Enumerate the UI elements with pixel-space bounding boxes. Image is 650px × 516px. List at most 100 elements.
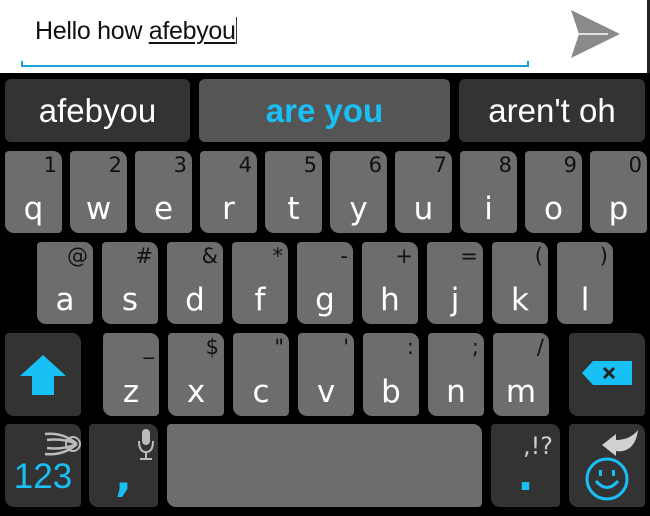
swiftkey-logo-icon (44, 432, 81, 456)
key-u[interactable]: 7u (395, 151, 452, 233)
key-b[interactable]: :b (363, 333, 419, 416)
key-d[interactable]: & d (167, 242, 223, 324)
key-j[interactable]: = j (427, 242, 483, 324)
key-g[interactable]: -g (297, 242, 353, 324)
key-q[interactable]: 1q (5, 151, 62, 233)
message-input[interactable]: Hello how afebyou (35, 17, 237, 46)
suggestion-label: aren't oh (488, 91, 616, 129)
key-a[interactable]: @ a (37, 242, 93, 324)
key-v[interactable]: ' v (298, 333, 354, 416)
key-alt-label: ) (599, 244, 608, 268)
message-bar: Hello how afebyou (0, 0, 647, 73)
shift-icon (20, 355, 66, 395)
key-z[interactable]: _ z (103, 333, 159, 416)
key-alt-label: + (395, 244, 413, 268)
suggestion-right[interactable]: aren't oh (459, 79, 645, 142)
enter-emoji-key[interactable] (569, 424, 645, 507)
symbols-key[interactable]: 123 (5, 424, 81, 507)
period-label: . (517, 451, 534, 500)
key-alt-label: & (201, 244, 218, 268)
symbols-label: 123 (13, 457, 73, 496)
key-p[interactable]: 0p (590, 151, 647, 233)
send-icon (571, 10, 620, 58)
key-alt-label: 6 (368, 153, 382, 177)
suggestion-label: are you (265, 91, 384, 129)
key-label: b (381, 374, 401, 410)
key-alt-label: 9 (563, 153, 577, 177)
key-alt-label: 4 (238, 153, 252, 177)
backspace-icon (582, 361, 632, 385)
key-alt-label: 3 (173, 153, 187, 177)
key-alt-label: 7 (433, 153, 447, 177)
key-alt-label: @ (67, 244, 88, 268)
key-alt-label: ; (471, 335, 479, 359)
key-label: v (316, 374, 336, 410)
suggestion-center[interactable]: are you (199, 79, 450, 142)
key-label: e (153, 191, 174, 227)
key-label: l (580, 282, 590, 318)
key-label: y (349, 191, 368, 227)
key-label: t (287, 191, 300, 227)
input-underline (21, 61, 529, 67)
space-key[interactable] (167, 424, 482, 507)
key-k[interactable]: (k (492, 242, 548, 324)
key-alt-label: / (536, 335, 544, 359)
key-label: d (185, 282, 205, 318)
key-s[interactable]: # s (102, 242, 158, 324)
key-e[interactable]: 3e (135, 151, 192, 233)
key-m[interactable]: / m (493, 333, 549, 416)
key-l[interactable]: ) l (557, 242, 613, 324)
smiley-icon (585, 457, 629, 501)
key-alt-label: 1 (43, 153, 57, 177)
key-label: j (450, 282, 460, 318)
key-i[interactable]: 8i (460, 151, 517, 233)
key-h[interactable]: + h (362, 242, 418, 324)
send-button[interactable] (568, 8, 622, 60)
key-alt-label: : (406, 335, 414, 359)
key-label: w (85, 191, 112, 227)
comma-key[interactable]: , (89, 424, 158, 507)
key-label: x (186, 374, 206, 410)
text-caret (235, 17, 237, 44)
key-r[interactable]: 4r (200, 151, 257, 233)
key-label: i (484, 191, 493, 227)
key-c[interactable]: " c (233, 333, 289, 416)
key-label: m (505, 374, 537, 410)
suggestion-label: afebyou (38, 91, 157, 129)
key-alt-label: 2 (108, 153, 122, 177)
backspace-key[interactable] (569, 333, 645, 416)
key-alt-label: 0 (628, 153, 642, 177)
key-alt-label: ( (534, 244, 543, 268)
composing-word: afebyou (148, 17, 236, 45)
key-x[interactable]: $ x (168, 333, 224, 416)
key-label: c (252, 374, 270, 410)
key-label: r (222, 191, 235, 227)
period-key[interactable]: ,!? . (491, 424, 560, 507)
key-label: p (608, 191, 629, 227)
key-alt-label: 8 (498, 153, 512, 177)
key-alt-label: = (460, 244, 478, 268)
key-label: o (544, 191, 563, 227)
key-f[interactable]: * f (232, 242, 288, 324)
key-label: h (380, 282, 400, 318)
key-alt-label: - (340, 244, 348, 268)
key-alt-label: ' (343, 335, 349, 359)
key-alt-label: 5 (303, 153, 317, 177)
suggestion-left[interactable]: afebyou (5, 79, 190, 142)
key-label: n (446, 374, 466, 410)
key-label: g (315, 282, 335, 318)
key-t[interactable]: 5t (265, 151, 322, 233)
key-y[interactable]: 6y (330, 151, 387, 233)
key-w[interactable]: 2w (70, 151, 127, 233)
shift-key[interactable] (5, 333, 81, 416)
key-alt-label: # (135, 244, 153, 268)
key-label: a (55, 282, 75, 318)
key-label: u (413, 191, 434, 227)
key-alt-label: $ (205, 335, 219, 359)
key-o[interactable]: 9o (525, 151, 582, 233)
input-text-before: Hello how (35, 17, 149, 45)
key-alt-label: " (274, 335, 284, 359)
key-n[interactable]: ; n (428, 333, 484, 416)
key-alt-label: * (272, 244, 284, 268)
key-label: s (121, 282, 139, 318)
